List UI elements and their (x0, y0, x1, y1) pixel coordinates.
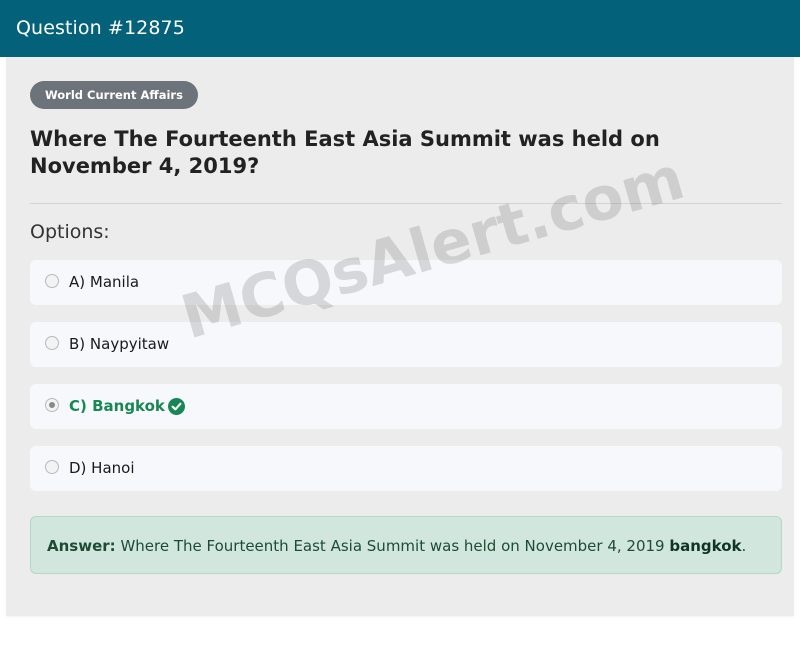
question-number-title: Question #12875 (16, 17, 185, 39)
answer-label: Answer: (47, 537, 116, 555)
option-b-label: B) Naypyitaw (69, 335, 170, 353)
option-d[interactable]: D) Hanoi (30, 446, 782, 491)
options-label: Options: (30, 221, 110, 243)
answer-text: Where The Fourteenth East Asia Summit wa… (120, 537, 665, 555)
answer-content: Answer: Where The Fourteenth East Asia S… (47, 537, 746, 555)
answer-highlight: bangkok (669, 537, 742, 555)
answer-suffix: . (741, 537, 747, 555)
option-c-label: C) Bangkok (69, 397, 165, 415)
option-b[interactable]: B) Naypyitaw (30, 322, 782, 367)
question-card: World Current Affairs Where The Fourteen… (6, 0, 794, 616)
radio-button-a[interactable] (45, 274, 59, 288)
option-a[interactable]: A) Manila (30, 260, 782, 305)
radio-button-d[interactable] (45, 460, 59, 474)
check-circle-icon (168, 398, 185, 415)
divider (30, 203, 782, 204)
option-d-label: D) Hanoi (69, 459, 135, 477)
answer-box: Answer: Where The Fourteenth East Asia S… (30, 516, 782, 574)
radio-button-b[interactable] (45, 336, 59, 350)
page-header: Question #12875 (0, 0, 800, 57)
radio-button-c[interactable] (45, 398, 59, 412)
question-text: Where The Fourteenth East Asia Summit wa… (30, 127, 660, 178)
category-badge[interactable]: World Current Affairs (30, 81, 198, 109)
option-a-label: A) Manila (69, 273, 140, 291)
option-c[interactable]: C) Bangkok (30, 384, 782, 429)
